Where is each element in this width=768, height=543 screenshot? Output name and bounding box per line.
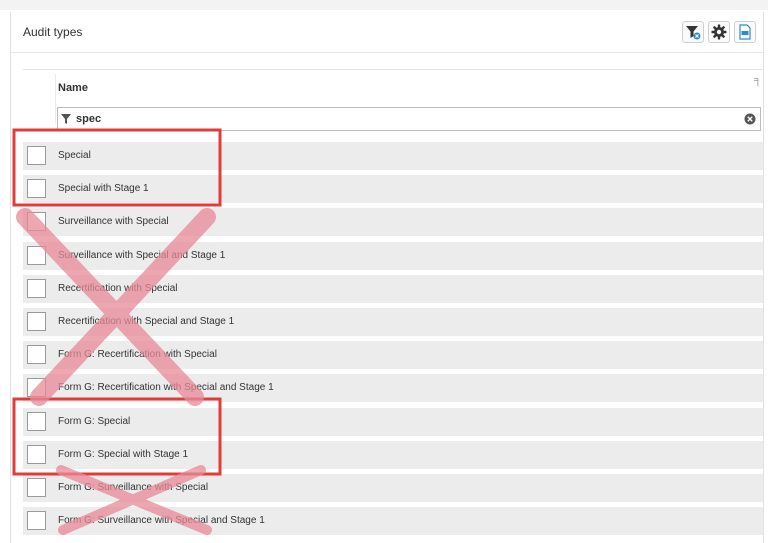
row-label: Form G: Recertification with Special: [58, 349, 217, 360]
row-label: Form G: Surveillance with Special: [58, 482, 209, 493]
list-item[interactable]: Form G: Surveillance with Special and St…: [23, 507, 763, 535]
column-resize-handle[interactable]: ╕: [754, 74, 762, 86]
export-button[interactable]: [734, 21, 756, 43]
row-label: Recertification with Special: [58, 283, 178, 294]
audit-types-panel: Audit types Name ╕ spec Special Special …: [10, 12, 764, 543]
row-label: Surveillance with Special: [58, 216, 169, 227]
row-checkbox[interactable]: [27, 312, 46, 331]
row-checkbox[interactable]: [27, 511, 46, 530]
row-checkbox[interactable]: [27, 378, 46, 397]
list-item[interactable]: Recertification with Special and Stage 1: [23, 308, 763, 336]
name-filter-field[interactable]: [57, 107, 761, 131]
row-checkbox[interactable]: [27, 345, 46, 364]
row-label: Form G: Recertification with Special and…: [58, 382, 274, 393]
row-checkbox[interactable]: [27, 445, 46, 464]
list-item[interactable]: Form G: Special: [23, 408, 763, 436]
top-strip: [0, 0, 768, 10]
clear-filter-button[interactable]: [682, 21, 704, 43]
row-checkbox[interactable]: [27, 279, 46, 298]
row-label: Form G: Surveillance with Special and St…: [58, 515, 265, 526]
filter-clear-icon: [686, 26, 701, 40]
export-icon: [739, 24, 751, 40]
list-item[interactable]: Surveillance with Special and Stage 1: [23, 242, 763, 270]
gear-icon: [711, 24, 727, 40]
list-item[interactable]: Form G: Surveillance with Special: [23, 474, 763, 502]
row-label: Surveillance with Special and Stage 1: [58, 250, 226, 261]
row-checkbox[interactable]: [27, 412, 46, 431]
list-item[interactable]: Recertification with Special: [23, 275, 763, 303]
row-label: Special: [58, 150, 91, 161]
row-checkbox[interactable]: [27, 179, 46, 198]
row-label: Form G: Special with Stage 1: [58, 449, 189, 460]
name-filter-input[interactable]: [76, 111, 726, 127]
row-checkbox[interactable]: [27, 146, 46, 165]
panel-title: Audit types: [23, 25, 83, 39]
row-label: Form G: Special: [58, 416, 131, 427]
column-header-name[interactable]: Name: [58, 82, 88, 94]
column-separator: [55, 74, 56, 124]
row-label: Special with Stage 1: [58, 183, 149, 194]
grid-top-border: [23, 69, 763, 70]
list-item[interactable]: Form G: Special with Stage 1: [23, 441, 763, 469]
list-item[interactable]: Form G: Recertification with Special and…: [23, 374, 763, 402]
list-item[interactable]: Surveillance with Special: [23, 208, 763, 236]
filter-icon: [61, 114, 71, 124]
row-label: Recertification with Special and Stage 1: [58, 316, 235, 327]
list-item[interactable]: Form G: Recertification with Special: [23, 341, 763, 369]
list-item[interactable]: Special with Stage 1: [23, 175, 763, 203]
panel-header: Audit types: [11, 12, 763, 53]
row-checkbox[interactable]: [27, 212, 46, 231]
row-checkbox[interactable]: [27, 246, 46, 265]
row-checkbox[interactable]: [27, 478, 46, 497]
list-item[interactable]: Special: [23, 142, 763, 170]
clear-icon[interactable]: [744, 113, 756, 125]
settings-button[interactable]: [708, 21, 730, 43]
